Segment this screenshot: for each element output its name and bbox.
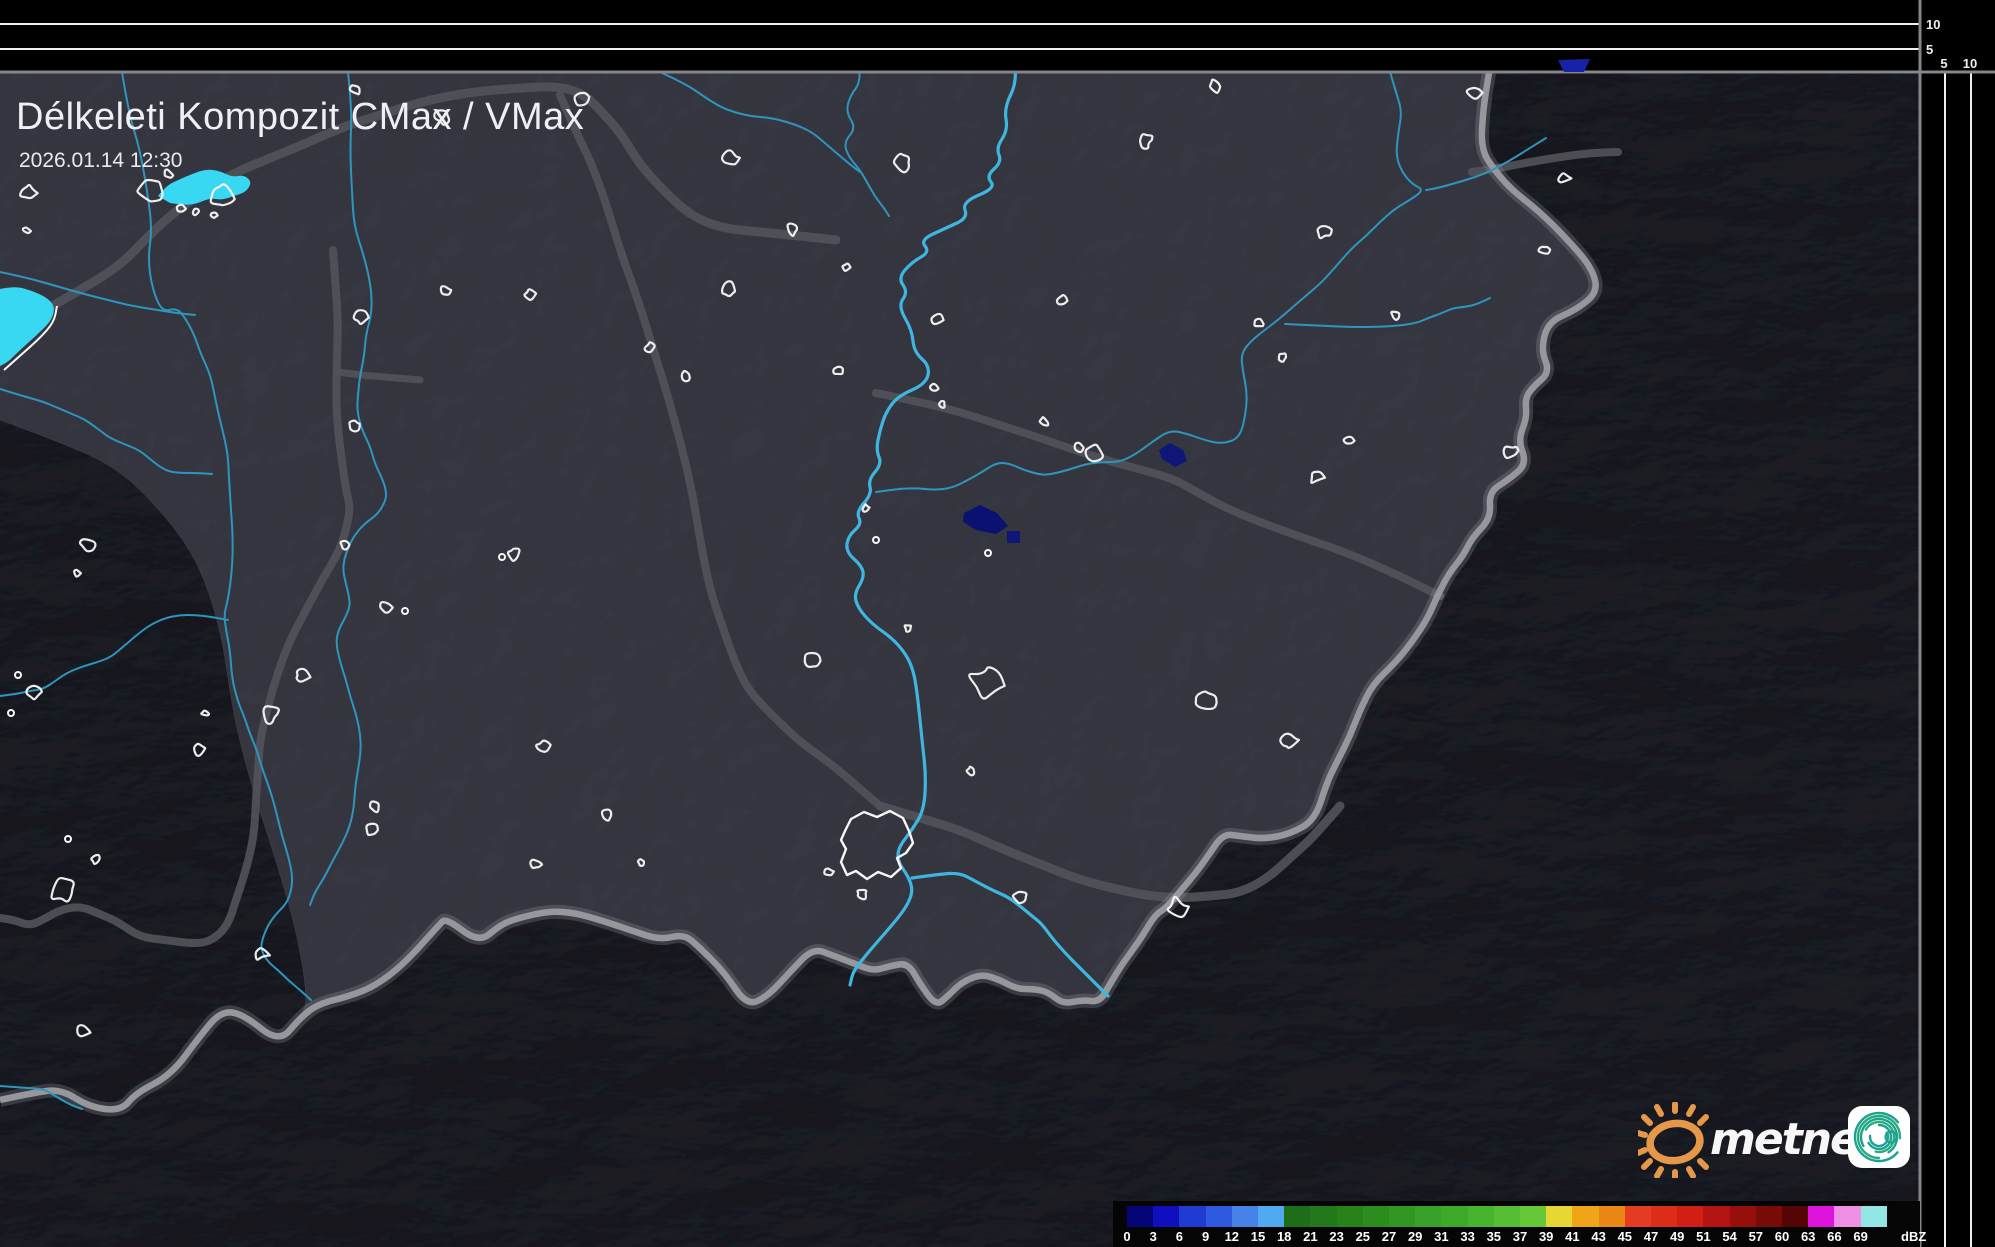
colorbar-tick: 39: [1539, 1229, 1553, 1244]
colorbar-cell: [1520, 1206, 1546, 1227]
colorbar-cell: [1258, 1206, 1284, 1227]
colorbar-cell: [1730, 1206, 1756, 1227]
colorbar-cell: [1363, 1206, 1389, 1227]
colorbar-tick: 69: [1853, 1229, 1867, 1244]
colorbar-tick: 25: [1356, 1229, 1370, 1244]
colorbar-cell: [1310, 1206, 1336, 1227]
right-panel-tick-10: 10: [1963, 56, 1977, 71]
colorbar-tick: 23: [1329, 1229, 1343, 1244]
right-panel-tick-5: 5: [1940, 56, 1947, 71]
colorbar-cell: [1861, 1206, 1887, 1227]
page-title: Délkeleti Kompozit CMax / VMax: [16, 96, 584, 139]
colorbar-tick: 57: [1749, 1229, 1763, 1244]
colorbar-tick: 29: [1408, 1229, 1422, 1244]
colorbar-tick: 27: [1382, 1229, 1396, 1244]
top-panel-tick-5: 5: [1926, 42, 1933, 57]
colorbar-cell: [1834, 1206, 1860, 1227]
colorbar-cell: [1468, 1206, 1494, 1227]
colorbar-cell: [1808, 1206, 1834, 1227]
colorbar-tick: 9: [1202, 1229, 1209, 1244]
radar-echo: [1007, 531, 1020, 543]
colorbar-cell: [1756, 1206, 1782, 1227]
right-cross-section-panel: [1920, 0, 1995, 1247]
colorbar-tick: 12: [1225, 1229, 1239, 1244]
colorbar-cell: [1337, 1206, 1363, 1227]
colorbar-cell: [1284, 1206, 1310, 1227]
sun-icon: [1638, 1102, 1710, 1178]
colorbar-cell: [1782, 1206, 1808, 1227]
top-panel-tick-10: 10: [1926, 17, 1940, 32]
colorbar-cell: [1232, 1206, 1258, 1227]
colorbar-tick: 0: [1123, 1229, 1130, 1244]
spiral-icon: [1848, 1106, 1910, 1168]
colorbar-tick: 51: [1696, 1229, 1710, 1244]
colorbar-cell: [1127, 1206, 1153, 1227]
colorbar-cell: [1179, 1206, 1205, 1227]
colorbar-tick: 6: [1176, 1229, 1183, 1244]
colorbar-tick: 60: [1775, 1229, 1789, 1244]
colorbar-tick: 49: [1670, 1229, 1684, 1244]
colorbar-cell: [1625, 1206, 1651, 1227]
colorbar-tick: 3: [1150, 1229, 1157, 1244]
colorbar-cell: [1599, 1206, 1625, 1227]
colorbar-tick: 33: [1460, 1229, 1474, 1244]
colorbar-cell: [1415, 1206, 1441, 1227]
colorbar-cell: [1206, 1206, 1232, 1227]
metnet-app-icon[interactable]: [1848, 1106, 1910, 1168]
colorbar-cell: [1546, 1206, 1572, 1227]
colorbar-cell: [1703, 1206, 1729, 1227]
colorbar-tick: 21: [1303, 1229, 1317, 1244]
colorbar-cell: [1677, 1206, 1703, 1227]
metnet-logo[interactable]: metnet: [1638, 1102, 1923, 1178]
colorbar-tick: 63: [1801, 1229, 1815, 1244]
top-cross-section-panel: [0, 0, 1995, 73]
colorbar-cell: [1389, 1206, 1415, 1227]
colorbar-tick: 66: [1827, 1229, 1841, 1244]
colorbar-tick: 47: [1644, 1229, 1658, 1244]
colorbar-tick: 37: [1513, 1229, 1527, 1244]
colorbar-tick: 31: [1434, 1229, 1448, 1244]
colorbar-cell: [1153, 1206, 1179, 1227]
colorbar-cell: [1494, 1206, 1520, 1227]
colorbar-cell: [1441, 1206, 1467, 1227]
colorbar-unit-label: dBZ: [1901, 1229, 1926, 1244]
timestamp: 2026.01.14 12:30: [19, 149, 183, 173]
colorbar-tick: 43: [1591, 1229, 1605, 1244]
colorbar-tick: 54: [1722, 1229, 1736, 1244]
dbz-colorbar: dBZ 036912151821232527293133353739414345…: [1113, 1201, 1920, 1247]
colorbar-tick: 45: [1618, 1229, 1632, 1244]
radar-composite-map: 10 5 5 10: [0, 0, 1995, 1247]
colorbar-tick: 41: [1565, 1229, 1579, 1244]
colorbar-tick: 35: [1487, 1229, 1501, 1244]
colorbar-cell: [1572, 1206, 1598, 1227]
colorbar-tick: 15: [1251, 1229, 1265, 1244]
colorbar-cell: [1651, 1206, 1677, 1227]
map-layer: [0, 57, 1920, 1247]
colorbar-tick: 18: [1277, 1229, 1291, 1244]
